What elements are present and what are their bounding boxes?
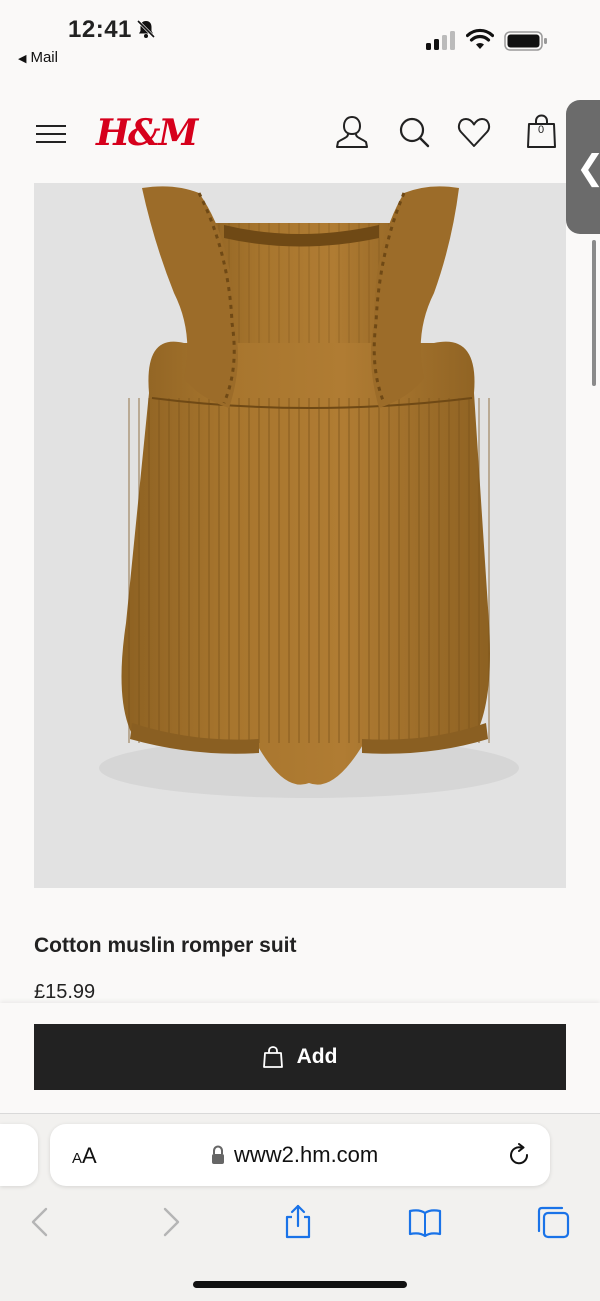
heart-icon[interactable] [456,114,492,150]
tabs-icon[interactable] [535,1204,571,1240]
romper-illustration [99,186,519,798]
side-panel-handle[interactable]: ❮ [566,100,600,234]
product-name: Cotton muslin romper suit [34,934,297,957]
search-icon[interactable] [396,114,432,150]
bag-count: 0 [537,124,545,136]
home-indicator[interactable] [193,1281,407,1288]
url-text[interactable]: www2.hm.com [234,1142,378,1168]
back-label: Mail [30,49,58,66]
text-size-button[interactable]: AA [72,1143,97,1169]
status-time: 12:41 [68,16,132,43]
bell-slash-icon [136,19,156,39]
bookmarks-icon[interactable] [407,1204,443,1240]
back-to-mail-link[interactable]: ◀ Mail [18,49,58,66]
text-size-large-a: A [82,1143,97,1168]
add-to-bag-button[interactable]: Add [34,1024,566,1090]
hamburger-menu-icon[interactable] [36,124,66,144]
product-image[interactable] [34,183,566,888]
share-icon[interactable] [280,1204,316,1240]
account-icon[interactable] [334,114,370,150]
wifi-icon [466,28,494,49]
product-price: £15.99 [34,981,96,1003]
reload-icon[interactable] [506,1142,532,1168]
chevron-left-icon: ❮ [576,148,600,188]
text-size-small-a: A [72,1150,83,1167]
signal-icon [426,31,455,50]
previous-tab-preview[interactable] [0,1124,38,1186]
scroll-indicator [592,240,596,386]
bag-icon [262,1046,283,1068]
forward-arrow-icon[interactable] [153,1204,189,1240]
lock-icon [212,1145,224,1164]
hm-logo[interactable]: H&M [96,112,198,154]
back-triangle-icon: ◀ [18,53,27,65]
add-button-label: Add [296,1045,338,1068]
back-arrow-icon[interactable] [22,1204,58,1240]
battery-icon [504,31,547,51]
